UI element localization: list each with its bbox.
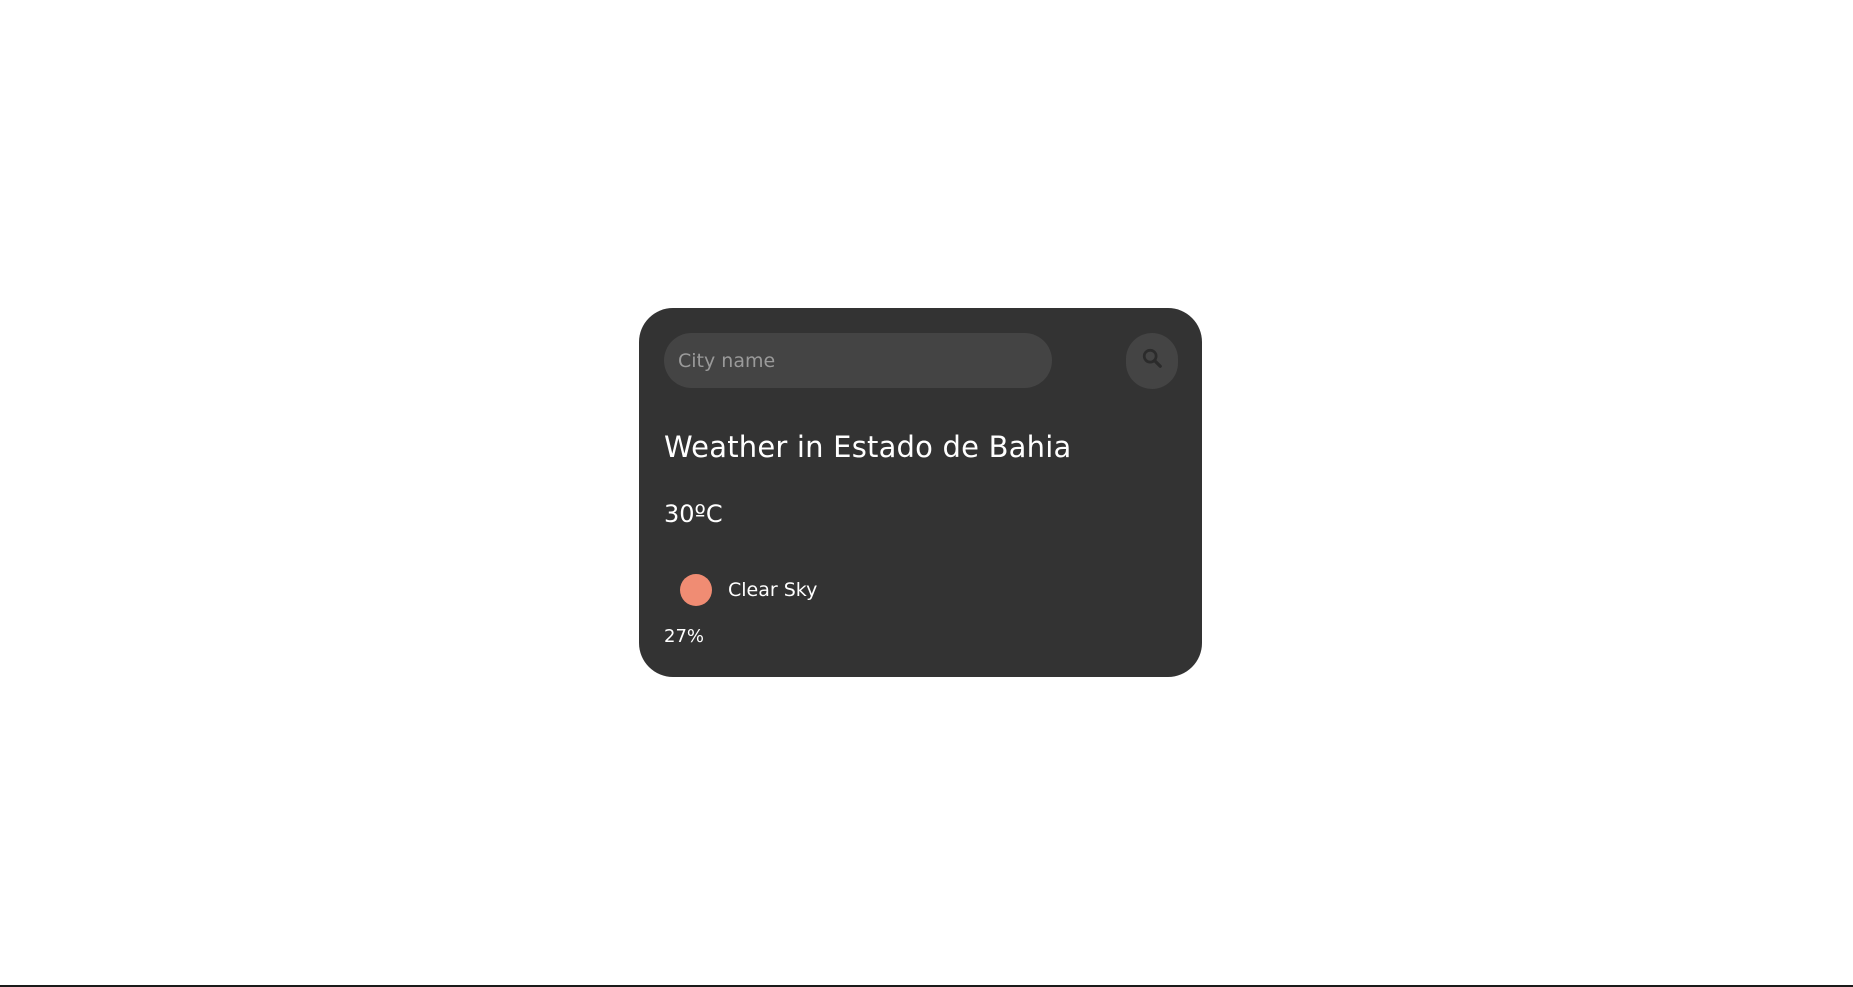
- temperature-value: 30ºC: [664, 500, 723, 528]
- humidity-value: 27%: [664, 626, 705, 647]
- search-icon: [1142, 348, 1162, 368]
- condition-label: Clear Sky: [728, 579, 818, 601]
- city-search-input[interactable]: [664, 333, 1052, 388]
- sun-icon: [680, 574, 712, 606]
- page: Weather in Estado de Bahia 30ºC Clear Sk…: [0, 0, 1853, 987]
- weather-title: Weather in Estado de Bahia: [664, 430, 1072, 464]
- search-button[interactable]: [1126, 333, 1178, 389]
- condition-row: Clear Sky: [680, 574, 817, 606]
- weather-card: Weather in Estado de Bahia 30ºC Clear Sk…: [639, 308, 1202, 677]
